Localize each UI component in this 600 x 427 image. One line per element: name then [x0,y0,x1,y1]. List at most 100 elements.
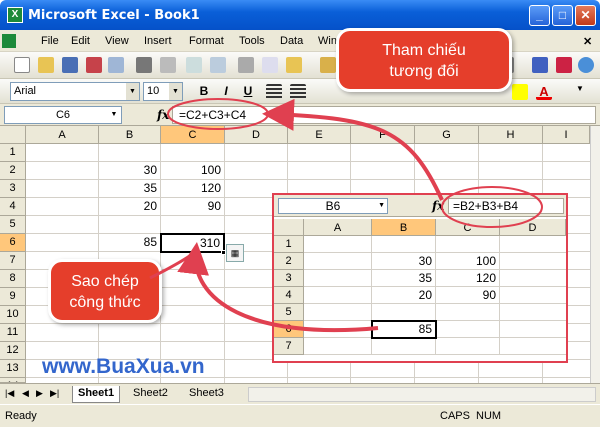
row-header[interactable]: 9 [0,288,26,306]
callout-line: Tham chiếu [382,42,466,59]
row-header[interactable]: 13 [0,360,26,378]
inset-cell-c2: 100 [436,253,500,270]
row-header[interactable]: 7 [0,252,26,270]
workbook-icon[interactable] [2,34,16,48]
chevron-down-icon: ▼ [169,83,182,100]
inset-cell-b3: 35 [372,270,436,287]
inset-row-header: 4 [274,287,304,304]
callout-copy-formula: Sao chép công thức [48,259,162,323]
status-num: NUM [476,410,502,422]
fx-icon[interactable]: fx [157,108,169,122]
cell-c4[interactable]: 90 [161,198,225,216]
column-header-h[interactable]: H [479,126,543,144]
font-size-select[interactable]: 10 ▼ [143,82,183,101]
inset-cell-b2: 30 [372,253,436,270]
toolbar-options-icon[interactable]: ▼ [572,84,588,100]
paste-icon[interactable] [286,57,302,73]
cell-c3[interactable]: 120 [161,180,225,198]
cell-c6-selected[interactable]: 310 [160,233,225,253]
inset-row-header: 1 [274,236,304,253]
menu-edit[interactable]: Edit [71,35,90,47]
paste-options-icon[interactable]: ▦ [226,244,244,262]
horizontal-scrollbar[interactable] [248,387,596,402]
column-header-e[interactable]: E [288,126,351,144]
align-left-icon[interactable] [266,84,282,100]
sheet-tab-bar: |◀ ◀ ▶ ▶| Sheet1 Sheet2 Sheet3 [0,383,600,404]
menu-insert[interactable]: Insert [144,35,172,47]
inset-formula: =B2+B3+B4 [448,198,564,214]
row-header[interactable]: 11 [0,324,26,342]
font-select[interactable]: Arial ▼ [10,82,140,101]
maximize-button[interactable]: □ [552,5,573,26]
tab-sheet2[interactable]: Sheet2 [128,386,173,403]
inset-row-header: 6 [274,321,304,338]
help-icon[interactable] [578,57,594,73]
tab-next-icon[interactable]: ▶ [36,388,43,399]
align-center-icon[interactable] [290,84,306,100]
cell-b3[interactable]: 35 [99,180,161,198]
row-header[interactable]: 8 [0,270,26,288]
excel-icon: X [7,7,23,23]
save-icon[interactable] [62,57,78,73]
column-header-c[interactable]: C [161,126,225,144]
tab-sheet3[interactable]: Sheet3 [184,386,229,403]
permission-icon[interactable] [86,57,102,73]
select-all-corner[interactable] [0,126,26,144]
menu-file[interactable]: File [41,35,59,47]
research-icon[interactable] [210,57,226,73]
inset-cell-b6-selected: 85 [371,320,437,339]
chart-wizard-icon[interactable] [532,57,548,73]
inset-row-header: 3 [274,270,304,287]
fx-icon: fx [432,199,445,213]
close-button[interactable]: ✕ [575,5,596,26]
tab-prev-icon[interactable]: ◀ [22,388,29,399]
chevron-down-icon: ▼ [378,202,385,209]
cut-icon[interactable] [238,57,254,73]
tab-last-icon[interactable]: ▶| [50,388,59,399]
row-header[interactable]: 4 [0,198,26,216]
row-header[interactable]: 5 [0,216,26,234]
column-header-d[interactable]: D [225,126,288,144]
tab-first-icon[interactable]: |◀ [5,388,14,399]
cell-b2[interactable]: 30 [99,162,161,180]
menu-view[interactable]: View [105,35,129,47]
row-header[interactable]: 1 [0,144,26,162]
menu-data[interactable]: Data [280,35,303,47]
row-header[interactable]: 3 [0,180,26,198]
cell-b6[interactable]: 85 [99,234,161,252]
cell-b4[interactable]: 20 [99,198,161,216]
column-header-a[interactable]: A [26,126,99,144]
spelling-icon[interactable] [186,57,202,73]
tab-sheet1[interactable]: Sheet1 [72,386,121,403]
cell-c2[interactable]: 100 [161,162,225,180]
vertical-scrollbar[interactable] [590,126,600,383]
row-header[interactable]: 6 [0,234,26,252]
column-header-f[interactable]: F [351,126,415,144]
menu-tools[interactable]: Tools [239,35,265,47]
copy-icon[interactable] [262,57,278,73]
minimize-button[interactable]: _ [529,5,550,26]
fill-color-icon[interactable] [512,84,528,100]
email-icon[interactable] [108,57,124,73]
menu-format[interactable]: Format [189,35,224,47]
font-color-icon[interactable]: A [536,84,552,100]
format-painter-icon[interactable] [320,57,336,73]
name-box[interactable]: C6 ▼ [4,106,122,124]
callout-line: công thức [69,294,141,311]
row-header[interactable]: 12 [0,342,26,360]
formula-input[interactable]: =C2+C3+C4 [172,106,596,124]
underline-icon[interactable]: U [240,84,256,100]
open-icon[interactable] [38,57,54,73]
print-icon[interactable] [136,57,152,73]
row-header[interactable]: 2 [0,162,26,180]
workbook-close-button[interactable]: ✕ [583,35,592,48]
bold-icon[interactable]: B [196,84,212,100]
italic-icon[interactable]: I [218,84,234,100]
new-icon[interactable] [14,57,30,73]
column-header-i[interactable]: I [543,126,590,144]
column-header-b[interactable]: B [99,126,161,144]
print-preview-icon[interactable] [160,57,176,73]
column-header-g[interactable]: G [415,126,479,144]
row-header[interactable]: 10 [0,306,26,324]
drawing-icon[interactable] [556,57,572,73]
